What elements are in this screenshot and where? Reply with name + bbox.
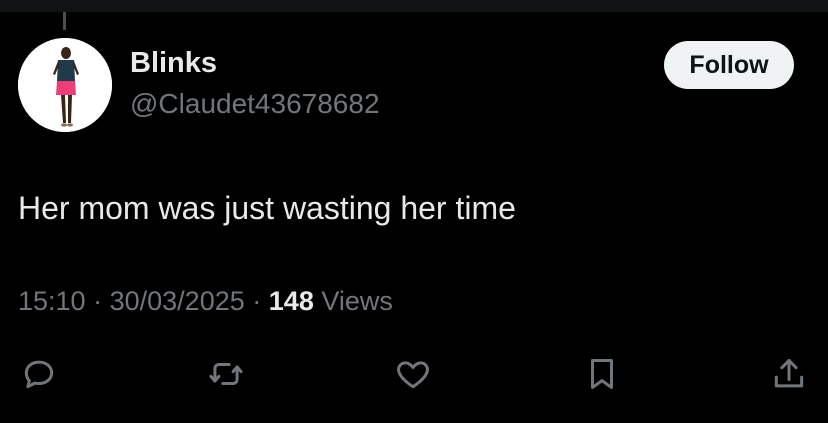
previous-tweet-strip <box>0 0 828 12</box>
meta-separator: · <box>93 286 103 316</box>
bookmark-button[interactable] <box>580 352 624 396</box>
share-icon <box>774 359 804 388</box>
reply-button[interactable] <box>17 352 61 396</box>
avatar-image <box>18 38 112 132</box>
bookmark-icon <box>590 359 614 389</box>
views-count[interactable]: 148 <box>269 286 314 316</box>
thread-connector-line <box>63 12 66 30</box>
views-label[interactable]: Views <box>321 286 393 316</box>
share-button[interactable] <box>767 352 811 396</box>
author-display-name[interactable]: Blinks <box>130 47 217 80</box>
tweet-actions-bar <box>0 352 828 396</box>
reply-icon <box>24 360 54 389</box>
repost-button[interactable] <box>204 352 248 396</box>
avatar[interactable] <box>18 38 112 132</box>
like-button[interactable] <box>391 352 435 396</box>
tweet-date[interactable]: 30/03/2025 <box>110 286 245 316</box>
author-handle[interactable]: @Claudet43678682 <box>130 88 380 120</box>
tweet-time[interactable]: 15:10 <box>18 286 86 316</box>
tweet-text: Her mom was just wasting her time <box>18 190 516 226</box>
tweet-meta: 15:10 · 30/03/2025 · 148 Views <box>18 286 393 317</box>
follow-button[interactable]: Follow <box>664 41 794 89</box>
heart-icon <box>397 361 429 389</box>
meta-separator: · <box>252 286 262 316</box>
repost-icon <box>209 362 243 386</box>
